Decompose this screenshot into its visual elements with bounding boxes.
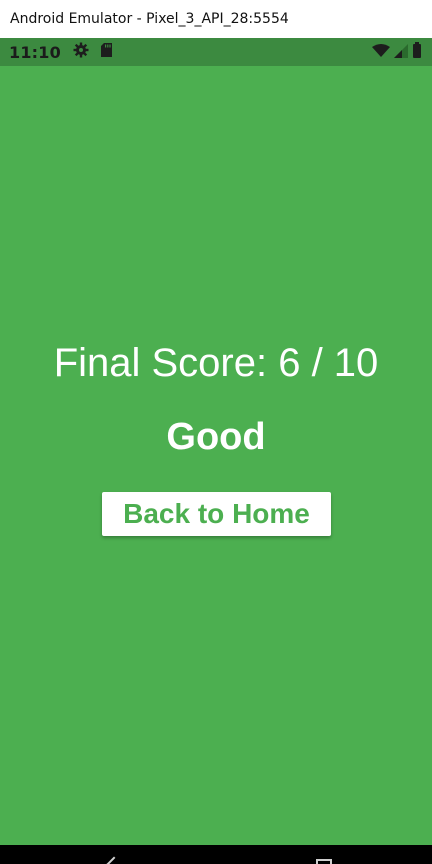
back-icon[interactable] [105, 856, 123, 864]
window-title-bar: Android Emulator - Pixel_3_API_28:5554 [0, 0, 432, 38]
sd-card-icon [100, 42, 113, 62]
android-status-bar: 11:10 [0, 38, 432, 66]
wifi-icon [372, 43, 390, 62]
rating-text: Good [166, 416, 266, 458]
emulator-window: Android Emulator - Pixel_3_API_28:5554 1… [0, 0, 432, 864]
battery-icon [412, 42, 422, 62]
settings-gear-icon [73, 42, 89, 62]
quiz-result-screen: Final Score: 6 / 10 Good Back to Home [0, 66, 432, 845]
recents-icon[interactable] [316, 859, 332, 864]
window-title: Android Emulator - Pixel_3_API_28:5554 [10, 11, 289, 27]
android-nav-bar [0, 845, 432, 864]
status-time: 11:10 [9, 42, 61, 62]
status-notification-icons [73, 42, 113, 62]
cell-signal-icon [394, 43, 408, 62]
back-to-home-button[interactable]: Back to Home [102, 492, 331, 536]
status-system-icons [372, 42, 422, 62]
final-score-text: Final Score: 6 / 10 [53, 341, 379, 385]
